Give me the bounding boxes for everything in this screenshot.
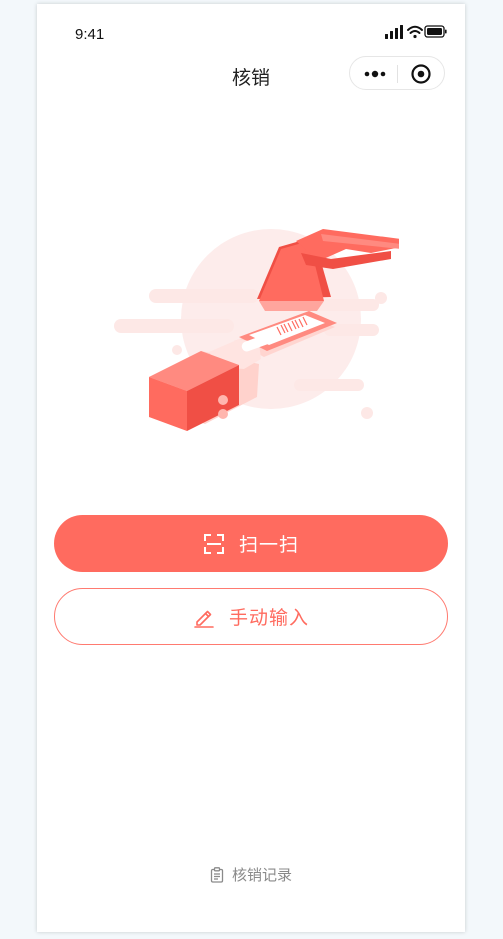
- pencil-icon: [194, 610, 214, 628]
- more-dots-icon[interactable]: [362, 65, 388, 83]
- status-icons: [385, 25, 447, 39]
- status-time: 9:41: [75, 26, 105, 43]
- scan-button[interactable]: 扫一扫: [54, 515, 448, 572]
- manual-input-label: 手动输入: [228, 607, 309, 629]
- cloud-dot-2: [361, 407, 373, 419]
- mini-program-capsule: [349, 56, 445, 90]
- nav-bar: 核销: [37, 54, 465, 98]
- status-bar: 9:41: [37, 4, 465, 54]
- cloud-bar-2: [114, 319, 234, 333]
- clipboard-icon: [210, 866, 224, 883]
- battery-icon: [424, 25, 447, 38]
- phone-screen: 9:41 核销 扫一扫 手动输入 核销记录: [37, 4, 465, 932]
- cloud-bar-4: [324, 324, 379, 336]
- target-circle-icon[interactable]: [410, 63, 432, 85]
- cloud-bar-5: [294, 379, 364, 391]
- cloud-dot-1: [375, 292, 387, 304]
- scanner-illustration: [114, 229, 399, 431]
- wifi-icon: [407, 25, 423, 39]
- scan-button-label: 扫一扫: [238, 534, 299, 556]
- cloud-dot-3: [172, 345, 182, 355]
- scan-frame-icon: [203, 533, 224, 554]
- records-link[interactable]: 核销记录: [37, 864, 465, 885]
- capsule-divider: [397, 65, 398, 83]
- cloud-bar-1: [149, 289, 259, 303]
- records-label: 核销记录: [231, 866, 292, 884]
- manual-input-button[interactable]: 手动输入: [54, 588, 448, 645]
- signal-icon: [385, 25, 403, 39]
